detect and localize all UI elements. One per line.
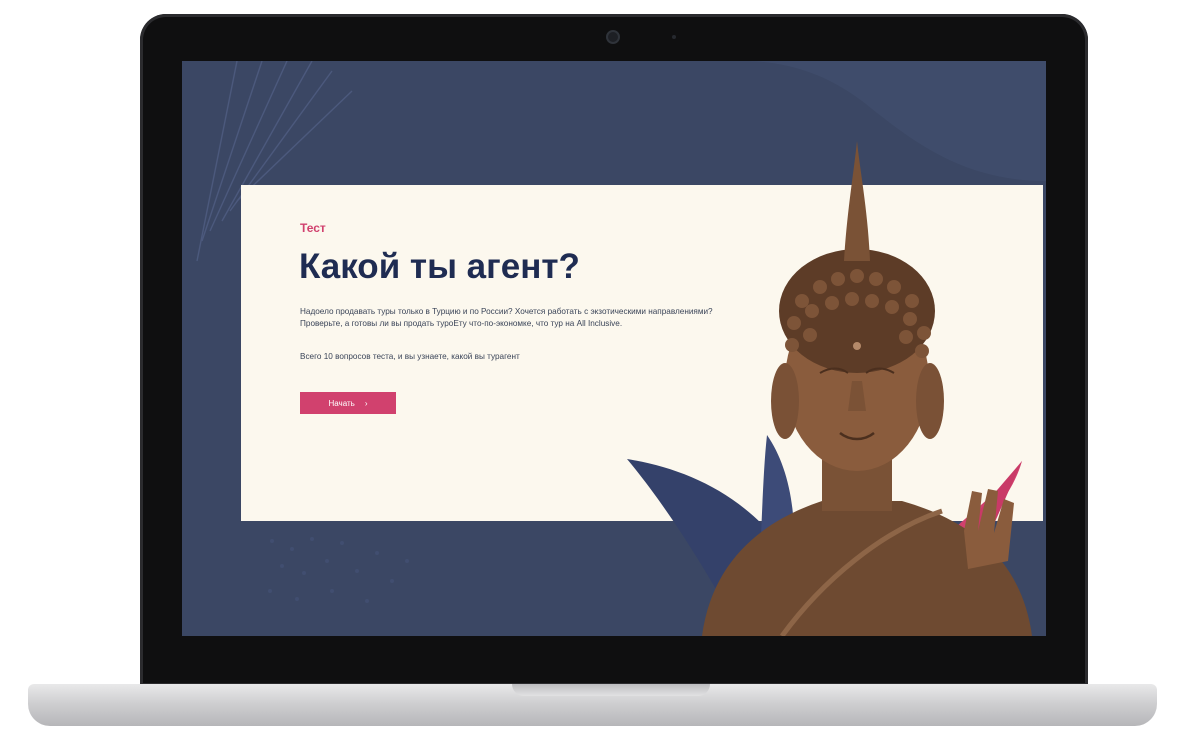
intro-text: Надоело продавать туры только в Турцию и… — [300, 307, 713, 328]
start-button-label: Начать — [328, 398, 355, 408]
webcam-icon — [606, 30, 620, 44]
arrow-right-icon: › — [364, 398, 368, 408]
section-eyebrow: Тест — [300, 221, 326, 235]
light-sensor-icon — [672, 35, 676, 39]
laptop-hinge-notch — [512, 684, 710, 696]
laptop-screen: Тест Какой ты агент? Надоело продавать т… — [182, 61, 1046, 636]
quiz-note: Всего 10 вопросов теста, и вы узнаете, к… — [300, 352, 520, 361]
page-title: Какой ты агент? — [299, 247, 580, 286]
buddha-statue-illustration — [627, 141, 1032, 636]
start-quiz-button[interactable]: Начать › — [300, 392, 396, 414]
